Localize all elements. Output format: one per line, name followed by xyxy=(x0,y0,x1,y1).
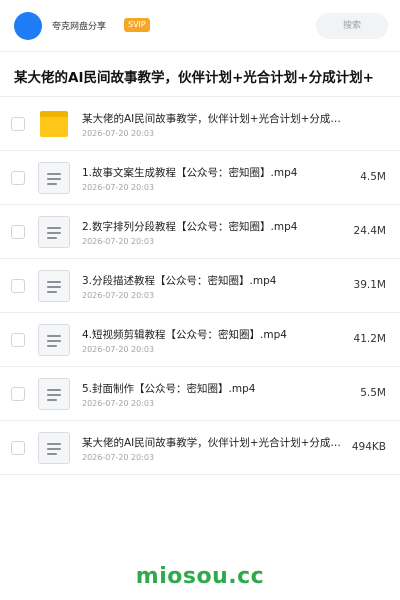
file-date: 2026-07-20 20:03 xyxy=(82,453,155,462)
file-name: 3.分段描述教程【公众号：密知圈】.mp4 xyxy=(82,275,277,287)
file-row[interactable]: 某大佬的AI民间故事教学，伙伴计划+光合计划+分成计划+... 2026-07-… xyxy=(0,421,400,475)
file-size: 5.5M xyxy=(360,387,386,399)
file-row[interactable]: 5.封面制作【公众号：密知圈】.mp4 2026-07-20 20:03 5.5… xyxy=(0,367,400,421)
row-checkbox[interactable] xyxy=(11,279,25,293)
file-date: 2026-07-20 20:03 xyxy=(82,291,155,300)
file-date: 2026-07-20 20:03 xyxy=(82,345,155,354)
file-name: 某大佬的AI民间故事教学，伙伴计划+光合计划+分成计划+... xyxy=(82,437,348,449)
document-icon xyxy=(38,324,70,356)
file-size: 494KB xyxy=(351,441,386,453)
search-input[interactable]: 搜索 xyxy=(316,13,388,39)
file-row[interactable]: 3.分段描述教程【公众号：密知圈】.mp4 2026-07-20 20:03 3… xyxy=(0,259,400,313)
folder-icon xyxy=(38,108,70,140)
row-checkbox[interactable] xyxy=(11,225,25,239)
file-size: 24.4M xyxy=(353,225,386,237)
file-name: 2.数字排列分段教程【公众号：密知圈】.mp4 xyxy=(82,221,298,233)
header-bar: 夸克网盘分享 SVIP 搜索 xyxy=(0,0,400,52)
document-icon xyxy=(38,270,70,302)
file-date: 2026-07-20 20:03 xyxy=(82,183,155,192)
file-name: 1.故事文案生成教程【公众号：密知圈】.mp4 xyxy=(82,167,298,179)
row-checkbox[interactable] xyxy=(11,441,25,455)
file-list: 某大佬的AI民间故事教学，伙伴计划+光合计划+分成计划+... 2026-07-… xyxy=(0,96,400,475)
file-date: 2026-07-20 20:03 xyxy=(82,399,155,408)
avatar[interactable] xyxy=(14,12,42,40)
file-row[interactable]: 4.短视频剪辑教程【公众号：密知圈】.mp4 2026-07-20 20:03 … xyxy=(0,313,400,367)
share-user-name: 夸克网盘分享 xyxy=(52,22,107,32)
file-row[interactable]: 2.数字排列分段教程【公众号：密知圈】.mp4 2026-07-20 20:03… xyxy=(0,205,400,259)
file-name: 4.短视频剪辑教程【公众号：密知圈】.mp4 xyxy=(82,329,287,341)
document-icon xyxy=(38,162,70,194)
document-icon xyxy=(38,378,70,410)
file-size: 4.5M xyxy=(360,171,386,183)
folder-title: 某大佬的AI民间故事教学，伙伴计划+光合计划+分成计划+ xyxy=(14,70,374,86)
row-checkbox[interactable] xyxy=(11,117,25,131)
svip-badge: SVIP xyxy=(124,18,150,32)
file-row[interactable]: 1.故事文案生成教程【公众号：密知圈】.mp4 2026-07-20 20:03… xyxy=(0,151,400,205)
file-size: 39.1M xyxy=(353,279,386,291)
row-checkbox[interactable] xyxy=(11,171,25,185)
site-watermark: miosou.cc xyxy=(135,564,265,589)
file-name: 5.封面制作【公众号：密知圈】.mp4 xyxy=(82,383,256,395)
file-date: 2026-07-20 20:03 xyxy=(82,129,155,138)
row-checkbox[interactable] xyxy=(11,333,25,347)
file-name: 某大佬的AI民间故事教学，伙伴计划+光合计划+分成计划+... xyxy=(82,113,348,125)
row-checkbox[interactable] xyxy=(11,387,25,401)
file-date: 2026-07-20 20:03 xyxy=(82,237,155,246)
file-row-folder[interactable]: 某大佬的AI民间故事教学，伙伴计划+光合计划+分成计划+... 2026-07-… xyxy=(0,97,400,151)
file-size: 41.2M xyxy=(353,333,386,345)
document-icon xyxy=(38,216,70,248)
document-icon xyxy=(38,432,70,464)
